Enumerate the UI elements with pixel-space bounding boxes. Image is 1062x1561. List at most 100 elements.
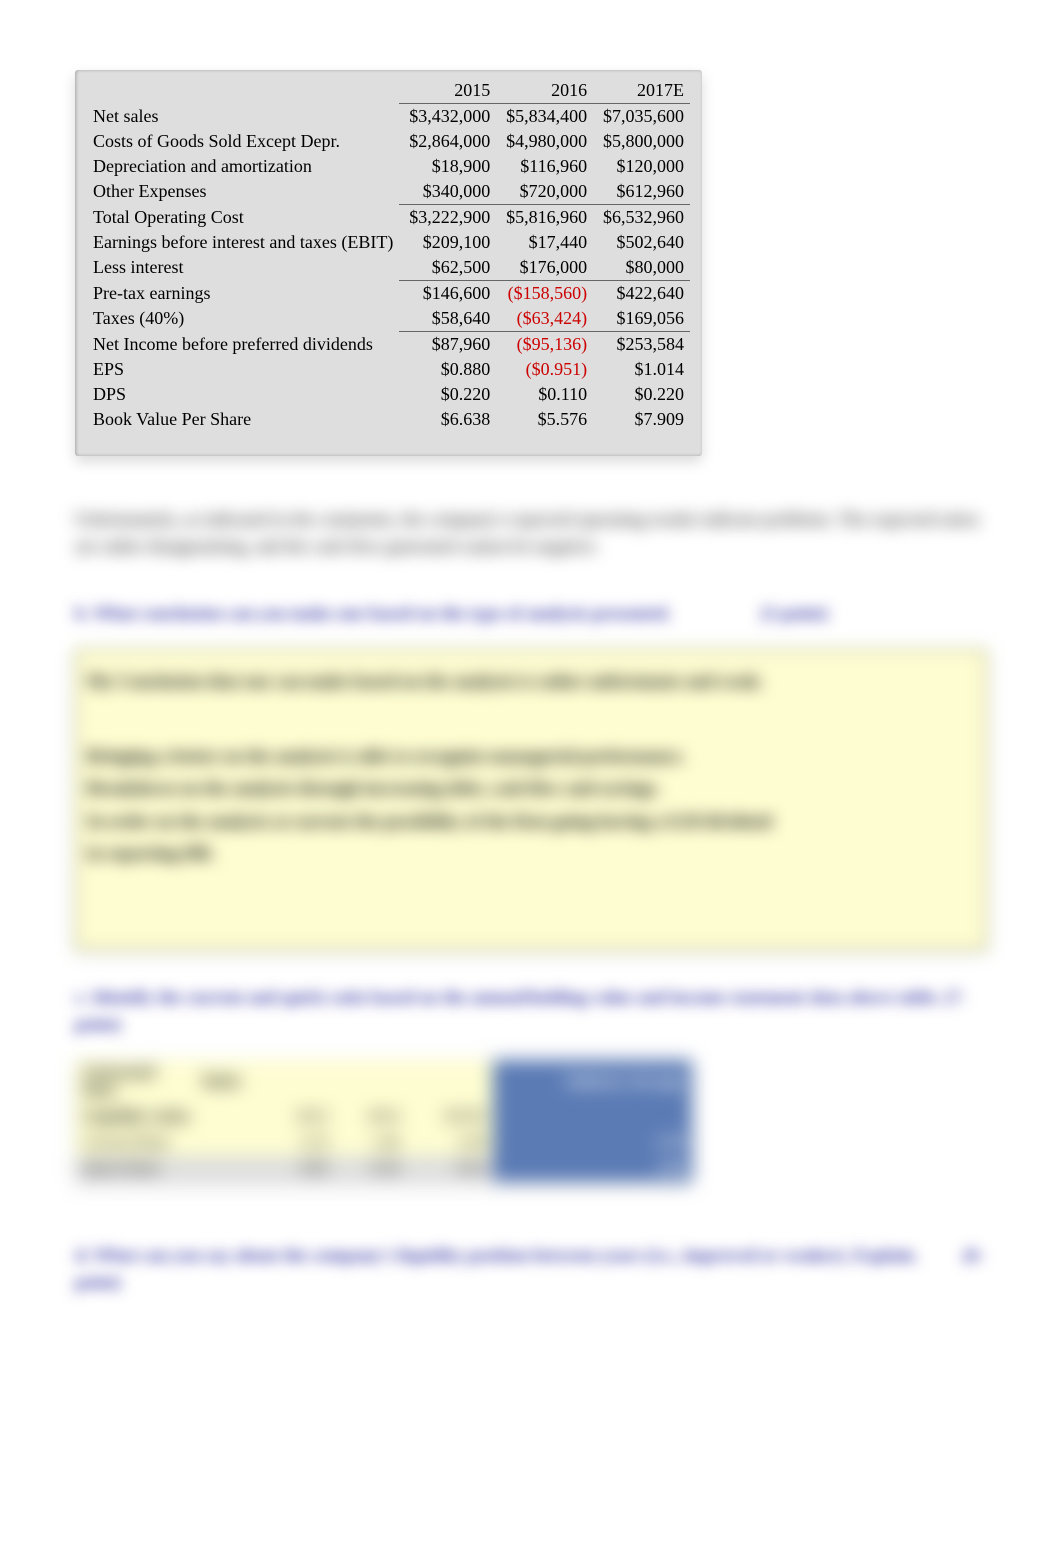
cell-negative: ($158,560)	[496, 281, 593, 307]
question-d: d. What can you say about the company's …	[75, 1242, 987, 1296]
cell: $176,000	[496, 255, 593, 281]
cell: $0.880	[399, 357, 496, 382]
cell: 2.58	[407, 1130, 493, 1156]
question-b-text: b. What conclusion can you make one base…	[75, 603, 671, 623]
cell: $58,640	[399, 306, 496, 332]
cell: 0.50	[336, 1156, 407, 1182]
cell: $253,584	[593, 332, 690, 358]
row-label: Less interest	[87, 255, 399, 281]
cell: $6.638	[399, 407, 496, 432]
table-row: Other Expenses $340,000 $720,000 $612,96…	[87, 179, 690, 205]
table-row: DPS $0.220 $0.110 $0.220	[87, 382, 690, 407]
table-row: Earnings before interest and taxes (EBIT…	[87, 230, 690, 255]
question-b-points: (5-point)	[761, 603, 828, 623]
cell: 2.33	[265, 1130, 336, 1156]
table-row: Costs of Goods Sold Except Depr. $2,864,…	[87, 129, 690, 154]
header-2016: 2016	[496, 78, 593, 104]
cell: $5,816,960	[496, 205, 593, 231]
table-row: Less interest $62,500 $176,000 $80,000	[87, 255, 690, 281]
row-label: Book Value Per Share	[87, 407, 399, 432]
cell: $62,500	[399, 255, 496, 281]
cell: 1.46	[336, 1130, 407, 1156]
cell: $0.110	[496, 382, 593, 407]
ratio-table: Generated Data Ratio Industry Average Li…	[75, 1060, 692, 1182]
row-label: Depreciation and amortization	[87, 154, 399, 179]
cell: $422,640	[593, 281, 690, 307]
header-2015: 2015	[399, 78, 496, 104]
cell: 2.70	[493, 1130, 692, 1156]
financial-table-panel: 2015 2016 2017E Net sales $3,432,000 $5,…	[75, 70, 702, 456]
cell	[493, 1104, 692, 1130]
table-row: EPS $0.880 ($0.951) $1.014	[87, 357, 690, 382]
ratio-header	[265, 1060, 336, 1104]
table-row: Depreciation and amortization $18,900 $1…	[87, 154, 690, 179]
cell: 0.85	[265, 1156, 336, 1182]
row-label: Pre-tax earnings	[87, 281, 399, 307]
answer-line: Breakdown on the analysis through increa…	[87, 772, 975, 804]
cell: 0.93	[407, 1156, 493, 1182]
row-label: Current Ratio	[75, 1130, 265, 1156]
cell: $5,800,000	[593, 129, 690, 154]
table-row: Generated Data Ratio Industry Average	[75, 1060, 692, 1104]
question-d-text: d. What can you say about the company's …	[75, 1245, 918, 1265]
cell: $116,960	[496, 154, 593, 179]
cell: $7,035,600	[593, 104, 690, 130]
cell: $169,056	[593, 306, 690, 332]
answer-line: in reporting HR.	[87, 837, 975, 869]
table-row: Liquidity ratios 2013 2014 2015E	[75, 1104, 692, 1130]
cell: $17,440	[496, 230, 593, 255]
cell: $5.576	[496, 407, 593, 432]
table-row: Quick Ratio 0.85 0.50 0.93 1.00	[75, 1156, 692, 1182]
ratio-header: Industry Average	[493, 1060, 692, 1104]
table-row: Pre-tax earnings $146,600 ($158,560) $42…	[87, 281, 690, 307]
row-label: Net sales	[87, 104, 399, 130]
ratio-subheader: Liquidity ratios	[75, 1104, 265, 1130]
row-label: Total Operating Cost	[87, 205, 399, 231]
cell: $7.909	[593, 407, 690, 432]
table-row: Total Operating Cost $3,222,900 $5,816,9…	[87, 205, 690, 231]
cell: $1.014	[593, 357, 690, 382]
answer-title: My Conclusion that one can make based on…	[87, 665, 975, 697]
blurred-paragraph: Unfortunately, as indicated in the comme…	[75, 506, 987, 560]
answer-panel: My Conclusion that one can make based on…	[75, 649, 987, 950]
header-2017e: 2017E	[593, 78, 690, 104]
question-b: b. What conclusion can you make one base…	[75, 600, 987, 627]
ratio-header	[336, 1060, 407, 1104]
table-row: Book Value Per Share $6.638 $5.576 $7.90…	[87, 407, 690, 432]
table-header-row: 2015 2016 2017E	[87, 78, 690, 104]
cell: $720,000	[496, 179, 593, 205]
cell: 2013	[265, 1104, 336, 1130]
row-label: Earnings before interest and taxes (EBIT…	[87, 230, 399, 255]
table-row: Net sales $3,432,000 $5,834,400 $7,035,6…	[87, 104, 690, 130]
cell: $6,532,960	[593, 205, 690, 231]
cell-negative: ($0.951)	[496, 357, 593, 382]
cell: $5,834,400	[496, 104, 593, 130]
cell: $4,980,000	[496, 129, 593, 154]
cell: $80,000	[593, 255, 690, 281]
table-row: Current Ratio 2.33 1.46 2.58 2.70	[75, 1130, 692, 1156]
cell-negative: ($63,424)	[496, 306, 593, 332]
answer-line: In order on the analysis at current the …	[87, 805, 975, 837]
answer-line: Bringing a better on the analysis is abl…	[87, 740, 975, 772]
question-c-text: c. Identify the current and quick ratio …	[75, 987, 966, 1034]
cell: $612,960	[593, 179, 690, 205]
cell: $209,100	[399, 230, 496, 255]
cell: $2,864,000	[399, 129, 496, 154]
table-row: Taxes (40%) $58,640 ($63,424) $169,056	[87, 306, 690, 332]
cell: $87,960	[399, 332, 496, 358]
cell: $0.220	[399, 382, 496, 407]
cell: $502,640	[593, 230, 690, 255]
question-c: c. Identify the current and quick ratio …	[75, 984, 987, 1038]
row-label: Quick Ratio	[75, 1156, 265, 1182]
table-row: Net Income before preferred dividends $8…	[87, 332, 690, 358]
ratio-header: Generated Data	[75, 1060, 195, 1104]
cell-negative: ($95,136)	[496, 332, 593, 358]
row-label: Net Income before preferred dividends	[87, 332, 399, 358]
row-label: Taxes (40%)	[87, 306, 399, 332]
cell: $340,000	[399, 179, 496, 205]
row-label: DPS	[87, 382, 399, 407]
ratio-header: Ratio	[195, 1060, 265, 1104]
blurred-text: Unfortunately, as indicated in the comme…	[75, 509, 979, 556]
cell: $120,000	[593, 154, 690, 179]
row-label: Costs of Goods Sold Except Depr.	[87, 129, 399, 154]
